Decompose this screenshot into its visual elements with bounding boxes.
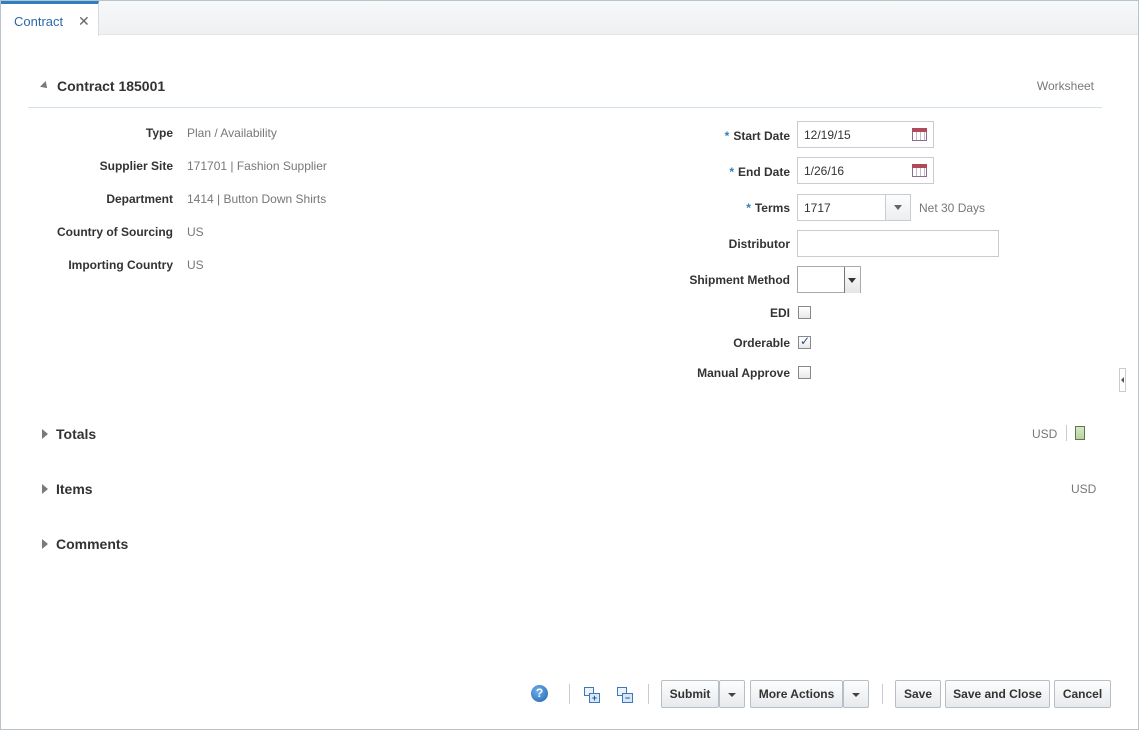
end-date-label: * End Date: [681, 165, 790, 179]
terms-label: * Terms: [681, 201, 790, 215]
collapse-all-icon[interactable]: −: [617, 687, 633, 703]
end-date-field[interactable]: 1/26/16: [797, 157, 934, 184]
contract-section-toggle[interactable]: Contract 185001: [40, 78, 166, 94]
expand-triangle-icon: [42, 539, 48, 549]
calendar-icon[interactable]: [912, 128, 927, 141]
chevron-down-icon[interactable]: [844, 267, 860, 293]
items-section-toggle[interactable]: Items: [42, 481, 93, 497]
comments-title: Comments: [56, 536, 129, 552]
start-date-field[interactable]: 12/19/15: [797, 121, 934, 148]
orderable-checkbox[interactable]: [798, 334, 811, 349]
end-date-label-text: End Date: [737, 165, 790, 179]
department-value: 1414 | Button Down Shirts: [187, 192, 327, 206]
close-icon[interactable]: ✕: [78, 13, 90, 30]
save-button[interactable]: Save: [895, 680, 941, 708]
items-currency: USD: [1071, 482, 1097, 496]
expand-all-icon[interactable]: +: [584, 687, 600, 703]
totals-currency: USD: [1032, 427, 1058, 441]
required-marker: *: [729, 165, 734, 179]
expand-triangle-icon: [42, 484, 48, 494]
importing-country-value: US: [187, 258, 204, 272]
comments-section-toggle[interactable]: Comments: [42, 536, 128, 552]
contract-window: Contract ✕ Contract 185001 Worksheet Typ…: [0, 0, 1139, 730]
shipment-method-select[interactable]: [797, 266, 861, 293]
submit-dropdown-button[interactable]: [719, 680, 745, 708]
manual-approve-label: Manual Approve: [697, 366, 790, 380]
distributor-input[interactable]: [797, 230, 999, 257]
terms-label-text: Terms: [754, 201, 790, 215]
orderable-label: Orderable: [733, 336, 790, 350]
divider: [569, 684, 570, 704]
side-panel-toggle[interactable]: [1119, 368, 1126, 392]
status-label: Worksheet: [1036, 79, 1094, 93]
header-divider: [28, 107, 1102, 108]
submit-button[interactable]: Submit: [661, 680, 719, 708]
more-actions-button[interactable]: More Actions: [750, 680, 843, 708]
terms-value: 1717: [804, 201, 831, 215]
tab-contract[interactable]: Contract ✕: [1, 1, 99, 36]
end-date-value: 1/26/16: [804, 164, 845, 178]
terms-combobox[interactable]: 1717: [797, 194, 911, 221]
supplier-site-label: Supplier Site: [99, 159, 173, 173]
start-date-value: 12/19/15: [804, 128, 851, 142]
divider: [882, 684, 883, 704]
totals-title: Totals: [56, 426, 97, 442]
manual-approve-checkbox[interactable]: [798, 366, 811, 379]
country-of-sourcing-value: US: [187, 225, 204, 239]
chevron-down-icon[interactable]: [885, 195, 910, 220]
calendar-icon[interactable]: [912, 164, 927, 177]
country-of-sourcing-label: Country of Sourcing: [57, 225, 173, 239]
distributor-label: Distributor: [728, 237, 790, 251]
start-date-label-text: Start Date: [733, 129, 790, 143]
type-value: Plan / Availability: [187, 126, 277, 140]
help-icon[interactable]: ?: [531, 685, 548, 702]
items-title: Items: [56, 481, 93, 497]
tab-label: Contract: [14, 14, 64, 29]
department-label: Department: [106, 192, 173, 206]
more-actions-dropdown-button[interactable]: [843, 680, 869, 708]
expand-triangle-icon: [42, 429, 48, 439]
terms-description: Net 30 Days: [919, 201, 986, 215]
edi-checkbox[interactable]: [798, 306, 811, 319]
totals-section-toggle[interactable]: Totals: [42, 426, 96, 442]
page-title: Contract 185001: [57, 78, 166, 94]
tab-bar: Contract ✕: [1, 1, 1138, 36]
calculator-icon[interactable]: [1075, 426, 1085, 440]
type-label: Type: [145, 126, 173, 140]
required-marker: *: [724, 129, 730, 143]
cancel-button[interactable]: Cancel: [1054, 680, 1111, 708]
importing-country-label: Importing Country: [68, 258, 173, 272]
edi-label: EDI: [769, 306, 790, 320]
divider: [648, 684, 649, 704]
shipment-method-label: Shipment Method: [689, 273, 790, 287]
required-marker: *: [746, 201, 751, 215]
start-date-label: * Start Date: [681, 129, 790, 143]
supplier-site-value: 171701 | Fashion Supplier: [187, 159, 327, 173]
collapse-triangle-icon: [40, 81, 50, 91]
save-and-close-button[interactable]: Save and Close: [945, 680, 1050, 708]
divider: [1066, 425, 1067, 441]
